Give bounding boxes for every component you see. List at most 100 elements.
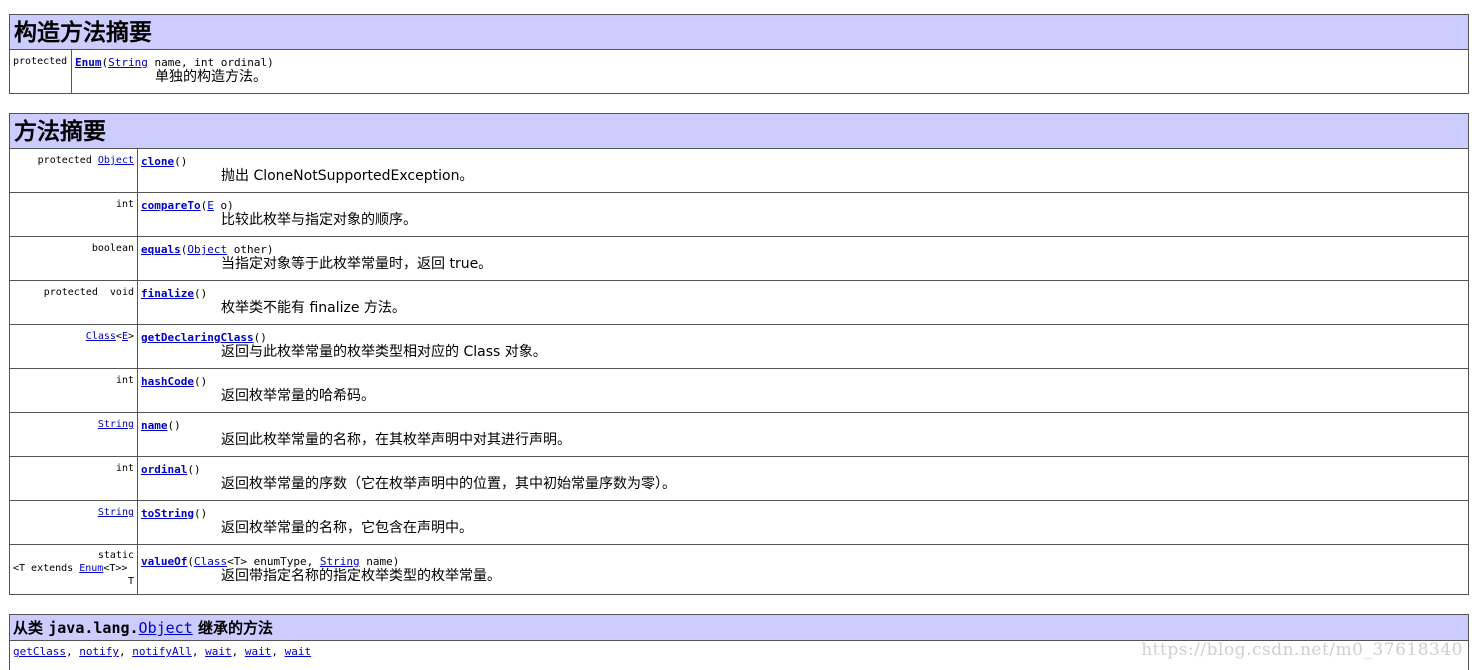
inherited-suffix: 继承的方法	[192, 619, 273, 637]
method-row-name: String name() 返回此枚举常量的名称，在其枚举声明中对其进行声明。	[10, 413, 1468, 457]
separator: ,	[191, 645, 206, 658]
method-description: 返回带指定名称的指定枚举类型的枚举常量。	[221, 568, 501, 584]
inherited-prefix: 从类	[13, 619, 49, 637]
sig-parens: ()	[167, 419, 181, 432]
inherited-method-link[interactable]: notify	[79, 645, 119, 658]
method-modifier: int	[10, 193, 138, 236]
method-modifier: Class<E>	[10, 325, 138, 368]
method-link-clone[interactable]: clone	[141, 155, 174, 168]
method-modifier: protected void	[10, 281, 138, 324]
constructor-summary-title: 构造方法摘要	[10, 15, 1468, 50]
method-modifier: int	[10, 457, 138, 500]
method-row-tostring: String toString() 返回枚举常量的名称，它包含在声明中。	[10, 501, 1468, 545]
method-description: 枚举类不能有 finalize 方法。	[221, 300, 406, 316]
method-detail: valueOf(Class<T> enumType, String name) …	[138, 545, 1468, 595]
object-type-link[interactable]: Object	[187, 243, 227, 256]
watermark-text: https://blog.csdn.net/m0_37618340	[1141, 640, 1463, 660]
inherited-method-link[interactable]: getClass	[13, 645, 66, 658]
method-description: 比较此枚举与指定对象的顺序。	[221, 212, 417, 228]
inherited-package: java.lang.	[48, 619, 139, 637]
method-detail: finalize() 枚举类不能有 finalize 方法。	[138, 281, 1468, 324]
constructor-summary-table: 构造方法摘要 protected Enum(String name, int o…	[9, 14, 1469, 94]
method-modifier: static <T extends Enum<T>> T	[10, 545, 138, 595]
method-link-equals[interactable]: equals	[141, 243, 181, 256]
separator: ,	[65, 645, 80, 658]
class-type-link[interactable]: Class	[86, 331, 116, 342]
generic-bound-text: <T extends	[13, 563, 80, 574]
constructor-signature: Enum(String name, int ordinal)	[75, 56, 1468, 69]
method-modifier: boolean	[10, 237, 138, 280]
sig-mid: <T> enumType,	[227, 555, 320, 568]
sig-parens: ()	[174, 155, 188, 168]
sig-parens: ()	[193, 375, 208, 388]
method-summary-table: 方法摘要 protected Object clone() 抛出 CloneNo…	[9, 113, 1469, 595]
inherited-methods-title: 从类 java.lang.Object 继承的方法	[10, 615, 1468, 641]
method-modifier: int	[10, 369, 138, 412]
separator: ,	[118, 645, 133, 658]
separator: ,	[231, 645, 245, 658]
method-description: 抛出 CloneNotSupportedException。	[221, 168, 474, 184]
method-row-compareto: int compareTo(E o) 比较此枚举与指定对象的顺序。	[10, 193, 1468, 237]
sig-parens: ()	[193, 507, 208, 520]
method-detail: equals(Object other) 当指定对象等于此枚举常量时，返回 tr…	[138, 237, 1468, 280]
object-class-link[interactable]: Object	[139, 619, 193, 637]
method-detail: name() 返回此枚举常量的名称，在其枚举声明中对其进行声明。	[138, 413, 1468, 456]
inherited-method-link[interactable]: notifyAll	[132, 645, 192, 658]
method-description: 返回枚举常量的名称，它包含在声明中。	[221, 520, 473, 536]
method-row-clone: protected Object clone() 抛出 CloneNotSupp…	[10, 149, 1468, 193]
method-link-finalize[interactable]: finalize	[141, 287, 194, 300]
sig-parens: ()	[253, 331, 267, 344]
string-type-link[interactable]: String	[320, 555, 360, 568]
modifier-text: protected	[37, 155, 98, 166]
inherited-method-link[interactable]: wait	[245, 645, 272, 658]
method-description: 当指定对象等于此枚举常量时，返回 true。	[221, 256, 493, 272]
generic-bound-close: <T>>	[103, 563, 128, 574]
string-type-link[interactable]: String	[98, 507, 134, 518]
separator: ,	[271, 645, 285, 658]
constructor-enum-link[interactable]: Enum	[75, 56, 102, 69]
enum-type-link[interactable]: Enum	[79, 563, 103, 574]
modifier-text: protected void	[43, 287, 134, 298]
generic-close: >	[127, 331, 134, 342]
method-link-ordinal[interactable]: ordinal	[141, 463, 187, 476]
modifier-static: static	[97, 550, 134, 561]
method-row-valueof: static <T extends Enum<T>> T valueOf(Cla…	[10, 545, 1468, 595]
e-type-link[interactable]: E	[207, 199, 214, 212]
method-detail: compareTo(E o) 比较此枚举与指定对象的顺序。	[138, 193, 1468, 236]
method-link-getdeclaringclass[interactable]: getDeclaringClass	[141, 331, 254, 344]
string-type-link[interactable]: String	[108, 56, 148, 69]
method-row-equals: boolean equals(Object other) 当指定对象等于此枚举常…	[10, 237, 1468, 281]
inherited-method-link[interactable]: wait	[285, 645, 312, 658]
method-detail: getDeclaringClass() 返回与此枚举常量的枚举类型相对应的 Cl…	[138, 325, 1468, 368]
method-detail: hashCode() 返回枚举常量的哈希码。	[138, 369, 1468, 412]
sig-parens: ()	[193, 287, 208, 300]
sig-paren: (	[187, 555, 194, 568]
sig-params: o)	[213, 199, 234, 212]
method-link-hashcode[interactable]: hashCode	[141, 375, 194, 388]
method-description: 返回此枚举常量的名称，在其枚举声明中对其进行声明。	[221, 432, 571, 448]
object-type-link[interactable]: Object	[98, 155, 134, 166]
constructor-row: protected Enum(String name, int ordinal)…	[10, 50, 1468, 93]
modifier-return-type: T	[127, 576, 134, 587]
method-modifier: String	[10, 413, 138, 456]
method-summary-title: 方法摘要	[10, 114, 1468, 149]
modifier-generic: <T extends Enum<T>>	[13, 562, 134, 575]
string-type-link[interactable]: String	[98, 419, 134, 430]
inherited-method-link[interactable]: wait	[205, 645, 232, 658]
method-link-name[interactable]: name	[141, 419, 168, 432]
sig-params: name, int ordinal)	[147, 56, 274, 69]
sig-params: other)	[227, 243, 274, 256]
method-detail: toString() 返回枚举常量的名称，它包含在声明中。	[138, 501, 1468, 544]
class-type-link[interactable]: Class	[194, 555, 227, 568]
sig-params: name)	[359, 555, 400, 568]
method-link-compareto[interactable]: compareTo	[141, 199, 201, 212]
method-description: 返回枚举常量的哈希码。	[221, 388, 375, 404]
method-description: 返回与此枚举常量的枚举类型相对应的 Class 对象。	[221, 344, 547, 360]
method-link-valueof[interactable]: valueOf	[141, 555, 187, 568]
sig-parens: ()	[187, 463, 201, 476]
method-link-tostring[interactable]: toString	[141, 507, 194, 520]
method-description: 返回枚举常量的序数（它在枚举声明中的位置，其中初始常量序数为零）。	[221, 476, 676, 492]
method-modifier: String	[10, 501, 138, 544]
method-detail: ordinal() 返回枚举常量的序数（它在枚举声明中的位置，其中初始常量序数为…	[138, 457, 1468, 500]
method-detail: clone() 抛出 CloneNotSupportedException。	[138, 149, 1468, 192]
